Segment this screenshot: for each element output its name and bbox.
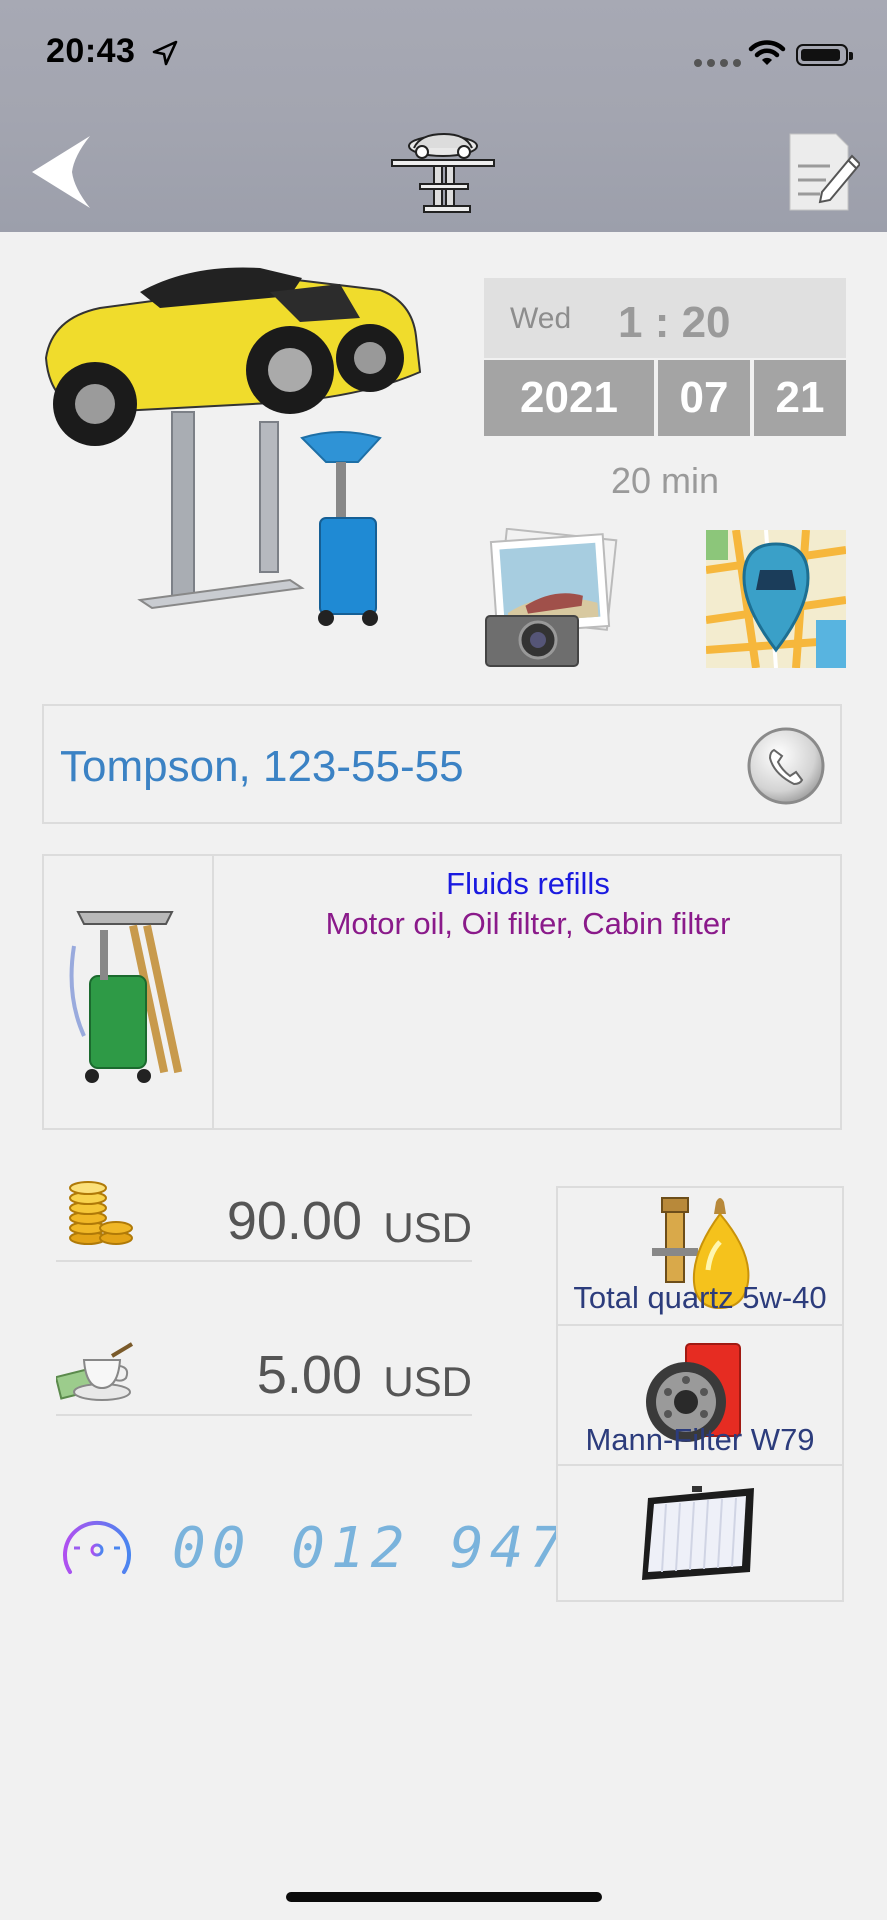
cost-currency: USD	[383, 1204, 472, 1251]
part-item-oil[interactable]: Total quartz 5w-40	[556, 1186, 844, 1326]
edit-note-icon[interactable]	[786, 130, 860, 214]
weekday-time-bar: Wed 1 : 20	[484, 278, 846, 358]
map-location-icon[interactable]	[706, 530, 846, 668]
cabin-filter-icon	[642, 1486, 754, 1580]
odometer-reading[interactable]: 00 012 947	[172, 1516, 569, 1581]
wifi-icon	[748, 40, 786, 65]
car-lift-icon	[391, 132, 495, 213]
service-items: Motor oil, Oil filter, Cabin filter	[325, 906, 731, 941]
cost-value: 90.00	[226, 1191, 362, 1251]
client-name-phone: Tompson, 123-55-55	[60, 742, 464, 791]
back-arrow-icon[interactable]	[24, 130, 100, 214]
duration-label: 20 min	[610, 460, 720, 501]
coins-icon	[69, 1181, 133, 1245]
client-row[interactable]: Tompson, 123-55-55	[42, 704, 842, 824]
service-image-cell	[44, 856, 214, 1128]
battery-icon	[796, 44, 853, 66]
cost-row[interactable]: 90.00 USD	[56, 1180, 472, 1262]
date-day: 21	[754, 360, 846, 436]
weekday-label: Wed	[510, 302, 572, 335]
status-time: 20:43	[46, 32, 136, 70]
date-year: 2021	[484, 360, 654, 436]
service-title: Fluids refills	[446, 866, 610, 901]
tip-currency: USD	[383, 1358, 472, 1405]
tip-row[interactable]: 5.00 USD	[56, 1334, 472, 1416]
speedometer-icon[interactable]	[60, 1514, 134, 1580]
part-label-oil: Total quartz 5w-40	[573, 1280, 827, 1315]
car-lift-photo	[44, 267, 422, 626]
cellular-signal-icon	[694, 54, 746, 72]
part-item-cabin-filter[interactable]	[556, 1464, 844, 1602]
part-label-oil-filter: Mann-Filter W79	[585, 1422, 815, 1457]
tip-value: 5.00	[256, 1345, 362, 1405]
location-arrow-icon	[152, 40, 178, 66]
photo-gallery-icon[interactable]	[484, 528, 624, 668]
phone-call-icon[interactable]	[746, 726, 826, 806]
part-item-oil-filter[interactable]: Mann-Filter W79	[556, 1324, 844, 1466]
date-month: 07	[658, 360, 750, 436]
tea-cup-tip-icon	[56, 1342, 134, 1401]
home-indicator[interactable]	[286, 1892, 602, 1902]
appointment-time: 1 : 20	[618, 298, 731, 347]
appointment-datetime[interactable]: Wed 1 : 20 2021 07 21	[484, 278, 846, 438]
service-card[interactable]: Fluids refills Motor oil, Oil filter, Ca…	[42, 854, 842, 1130]
fluid-extractor-icon	[69, 911, 183, 1083]
